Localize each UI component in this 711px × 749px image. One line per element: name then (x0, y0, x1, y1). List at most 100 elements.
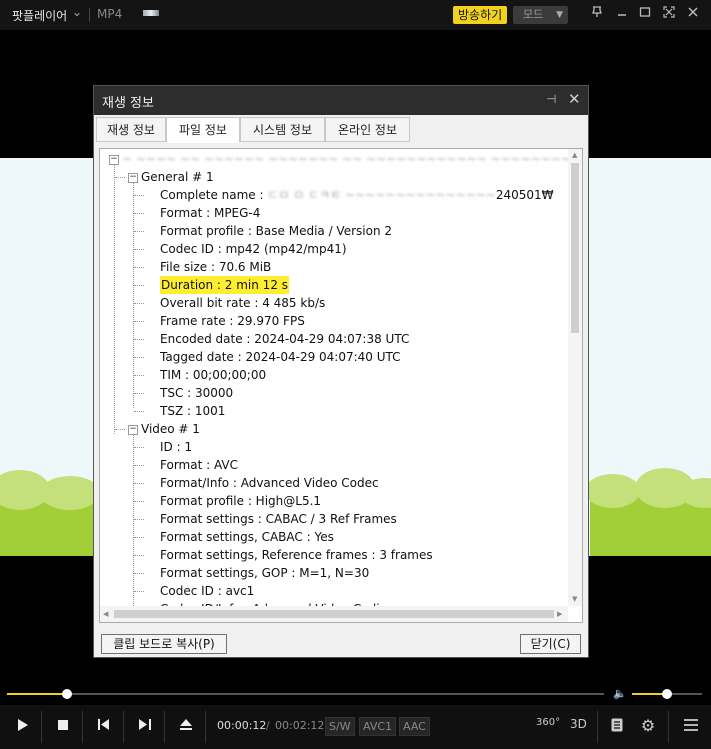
close-button[interactable]: 닫기(C) (520, 634, 581, 654)
playback-info-dialog: 재생 정보 ⊣ ✕ 재생 정보 파일 정보 시스템 정보 온라인 정보 − ~ … (93, 85, 589, 658)
scroll-thumb[interactable] (571, 163, 579, 333)
seek-progress (7, 693, 67, 695)
tree-line (134, 555, 144, 556)
playback-controls: 00:00:12 / 00:02:12 S/W AVC1 AAC 360° 3D… (0, 705, 711, 749)
tree-item[interactable]: Encoded date : 2024-04-29 04:07:38 UTC (160, 330, 409, 348)
tab-playback-info[interactable]: 재생 정보 (96, 117, 166, 142)
tree-item-text: File size : 70.6 MiB (160, 260, 272, 274)
dialog-title-bar[interactable]: 재생 정보 ⊣ ✕ (94, 86, 588, 115)
tree-item-highlighted[interactable]: Duration : 2 min 12 s (160, 276, 290, 294)
tab-system-info[interactable]: 시스템 정보 (240, 117, 325, 142)
tree-item[interactable]: ID : 1 (160, 438, 192, 456)
tree-item-text: TSC : 30000 (160, 386, 234, 400)
audio-codec-badge[interactable]: AAC (399, 717, 430, 736)
close-icon[interactable]: ✕ (568, 90, 581, 108)
video-codec-badge[interactable]: AVC1 (359, 717, 397, 736)
seek-bar-row: 🔈 (0, 686, 711, 702)
broadcast-button[interactable]: 방송하기 (453, 6, 508, 24)
tree-item[interactable]: Frame rate : 29.970 FPS (160, 312, 305, 330)
tree-item[interactable]: Format : MPEG-4 (160, 204, 260, 222)
pin-icon[interactable] (589, 6, 605, 24)
tree-item[interactable]: Complete name : ㄷㅁ ㅁ ㄷㅋㅌ ~~~~~~~~~~~~~~~… (160, 186, 554, 204)
scroll-down-icon[interactable]: ▼ (572, 595, 577, 603)
app-menu-label[interactable]: 팟플레이어 (12, 7, 67, 24)
tab-file-info[interactable]: 파일 정보 (166, 117, 240, 143)
tree-line (115, 429, 125, 430)
bush (40, 476, 100, 510)
tree-item[interactable]: Format settings, GOP : M=1, N=30 (160, 564, 369, 582)
volume-slider[interactable] (632, 689, 702, 699)
tree-line (134, 375, 144, 376)
tree-item[interactable]: Format profile : High@L5.1 (160, 492, 321, 510)
pin-icon[interactable]: ⊣ (546, 92, 556, 106)
maximize-icon[interactable] (637, 6, 653, 24)
tree-item[interactable]: Format/Info : Advanced Video Codec (160, 474, 379, 492)
settings-gear-icon[interactable]: ⚙ (639, 716, 657, 735)
copy-to-clipboard-button[interactable]: 클립 보드로 복사(P) (101, 634, 227, 654)
tree-item-text: Overall bit rate : 4 485 kb/s (160, 296, 326, 310)
tree-content: − ~ ~~~~ ~~ ~~~~~~ ~~~~~~~ ~~ ~~~~~~~~~~… (100, 149, 568, 606)
tree-item[interactable]: File size : 70.6 MiB (160, 258, 271, 276)
tree-line (134, 501, 144, 502)
tree-item[interactable]: Format settings : CABAC / 3 Ref Frames (160, 510, 397, 528)
tree-line (134, 303, 144, 304)
vertical-scrollbar[interactable]: ▲ ▼ (568, 149, 582, 606)
seek-bar[interactable] (7, 689, 604, 699)
tree-item-text: TSZ : 1001 (160, 404, 226, 418)
scroll-right-icon[interactable]: ▶ (557, 610, 562, 618)
next-icon[interactable] (137, 719, 153, 734)
tree-line (134, 447, 144, 448)
menu-icon[interactable] (683, 719, 699, 735)
tree-item[interactable]: Tagged date : 2024-04-29 04:07:40 UTC (160, 348, 401, 366)
tree-line (134, 411, 144, 412)
blurred-file-name: ~ ~~~~ ~~ ~~~~~~ ~~~~~~~ ~~ ~~~~~~~~~~~~… (122, 152, 568, 166)
tree-line (133, 434, 134, 606)
tree-line (134, 195, 144, 196)
tree-line (134, 357, 144, 358)
play-icon[interactable] (14, 718, 32, 736)
fullscreen-icon[interactable] (661, 6, 677, 24)
playlist-icon[interactable] (609, 718, 625, 736)
tree-line (115, 177, 125, 178)
stop-icon[interactable] (55, 719, 71, 734)
tree-item[interactable]: TSZ : 1001 (160, 402, 225, 420)
previous-icon[interactable] (96, 719, 112, 734)
scroll-up-icon[interactable]: ▲ (572, 151, 577, 159)
3d-button[interactable]: 3D (570, 717, 587, 731)
close-icon[interactable] (685, 6, 701, 24)
360-view-button[interactable]: 360° (536, 717, 560, 728)
tree-item[interactable]: TIM : 00;00;00;00 (160, 366, 266, 384)
scroll-thumb[interactable] (114, 610, 554, 618)
decoder-badge[interactable]: S/W (325, 717, 355, 736)
tab-online-info[interactable]: 온라인 정보 (325, 117, 410, 142)
scroll-left-icon[interactable]: ◀ (103, 610, 108, 618)
tree-line (134, 519, 144, 520)
section-general[interactable]: General # 1 (141, 168, 214, 186)
tree-line (134, 339, 144, 340)
tree-line (134, 465, 144, 466)
bush (585, 474, 640, 508)
seek-handle[interactable] (61, 689, 72, 699)
tree-item-text: Complete name : (160, 188, 268, 202)
tree-item[interactable]: Format settings, Reference frames : 3 fr… (160, 546, 433, 564)
minimize-icon[interactable] (614, 6, 630, 24)
tree-item[interactable]: TSC : 30000 (160, 384, 233, 402)
video-grass-right (585, 468, 711, 556)
tree-root-file[interactable]: ~ ~~~~ ~~ ~~~~~~ ~~~~~~~ ~~ ~~~~~~~~~~~~… (122, 150, 568, 168)
eject-icon[interactable] (178, 719, 194, 734)
tree-item[interactable]: Codec ID : mp42 (mp42/mp41) (160, 240, 347, 258)
tree-item[interactable]: Format settings, CABAC : Yes (160, 528, 334, 546)
divider (41, 711, 42, 743)
horizontal-scrollbar[interactable]: ◀ ▶ (100, 606, 568, 622)
tree-item[interactable]: Format : AVC (160, 456, 238, 474)
tree-line (134, 483, 144, 484)
tree-item[interactable]: Overall bit rate : 4 485 kb/s (160, 294, 325, 312)
volume-handle[interactable] (662, 689, 672, 699)
volume-icon[interactable]: 🔈 (613, 687, 627, 700)
mode-dropdown[interactable]: 모드 ▼ (513, 6, 568, 24)
section-video[interactable]: Video # 1 (141, 420, 200, 438)
chevron-down-icon[interactable]: ⌄ (72, 5, 82, 19)
file-info-tree[interactable]: − ~ ~~~~ ~~ ~~~~~~ ~~~~~~~ ~~ ~~~~~~~~~~… (99, 148, 583, 623)
tree-item[interactable]: Format profile : Base Media / Version 2 (160, 222, 392, 240)
tree-item[interactable]: Codec ID : avc1 (160, 582, 254, 600)
